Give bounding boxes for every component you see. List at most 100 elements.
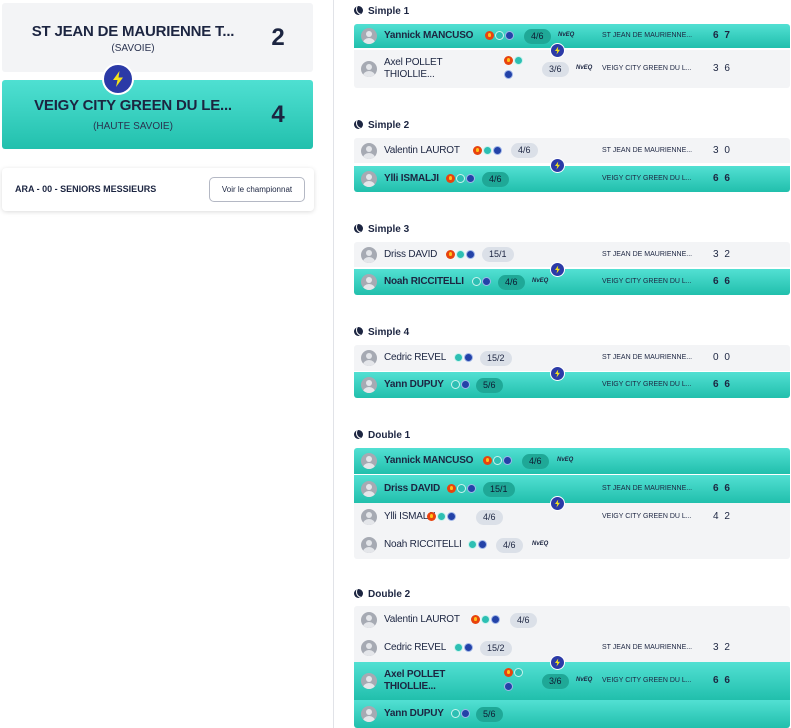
avatar: [361, 61, 377, 77]
avatar: [361, 509, 377, 525]
teal-circle-icon: [472, 277, 481, 286]
player-row[interactable]: Ylli ISMALJI 4/6 VEIGY CITY GREEN DU L... 4…: [354, 503, 790, 531]
club-name: VEIGY CITY GREEN DU L...: [602, 677, 692, 684]
blue-circle-icon: [504, 70, 513, 79]
teal-circle-icon: [468, 540, 477, 549]
player-icons: [454, 353, 473, 363]
player-row[interactable]: Yannick MANCUSO 4/6 NvEQ ST JEAN DE MAURIEN…: [354, 24, 790, 48]
player-row[interactable]: Noah RICCITELLI 4/6 NvEQ VEIGY CITY GREEN D…: [354, 269, 790, 295]
match-title: Simple 1: [354, 5, 409, 17]
player-row[interactable]: Axel POLLET THIOLLIE... 3/6 NvEQ VEIGY CITY …: [354, 662, 790, 700]
player-name[interactable]: Ylli ISMALJI: [384, 173, 439, 184]
player-name[interactable]: Axel POLLET THIOLLIE...: [384, 57, 443, 81]
player-row[interactable]: Axel POLLET THIOLLIE... 3/6 NvEQ VEIGY CITY …: [354, 50, 790, 88]
blue-circle-icon: [482, 277, 491, 286]
blue-circle-icon: [464, 353, 473, 362]
player-name[interactable]: Valentin LAUROT: [384, 614, 460, 625]
away-team-card[interactable]: VEIGY CITY GREEN DU LE... (HAUTE SAVOIE): [2, 80, 264, 149]
tennis-ball-icon: [354, 224, 363, 233]
blue-circle-icon: [491, 615, 500, 624]
set-scores: 6 6: [713, 379, 730, 390]
player-name[interactable]: Cedric REVEL: [384, 352, 446, 363]
home-team-region: (SAVOIE): [111, 43, 155, 54]
player-name[interactable]: Yannick MANCUSO: [384, 30, 473, 41]
teal-circle-icon: [454, 643, 463, 652]
player-name[interactable]: Driss DAVID: [384, 483, 440, 494]
home-team-card[interactable]: ST JEAN DE MAURIENNE T... (SAVOIE): [2, 3, 264, 72]
nveq-label: NvEQ: [532, 541, 549, 547]
blue-circle-icon: [461, 709, 470, 718]
set-scores: 4 2: [713, 511, 730, 522]
blue-circle-icon: [503, 456, 512, 465]
view-championship-button[interactable]: Voir le championnat: [209, 177, 305, 202]
player-icons: [472, 277, 491, 287]
avatar: [361, 640, 377, 656]
set-scores: 3 2: [713, 642, 730, 653]
avatar: [361, 246, 377, 263]
player-name[interactable]: Yann DUPUY: [384, 708, 444, 719]
player-row[interactable]: Cedric REVEL 15/2 ST JEAN DE MAURIENNE... 0…: [354, 345, 790, 371]
fire-icon: [483, 456, 492, 465]
player-icons: [427, 512, 456, 522]
player-name[interactable]: Driss DAVID: [384, 249, 437, 260]
player-row[interactable]: Yannick MANCUSO 4/6 NvEQ: [354, 448, 790, 474]
set-scores: 6 7: [713, 30, 730, 41]
teal-circle-icon: [437, 512, 446, 521]
avatar: [361, 28, 377, 44]
teal-circle-icon: [493, 456, 502, 465]
player-name[interactable]: Noah RICCITELLI: [384, 539, 462, 550]
player-icons: [451, 709, 470, 719]
fire-icon: [427, 512, 436, 521]
fire-icon: [504, 56, 513, 65]
player-name[interactable]: Noah RICCITELLI: [384, 276, 464, 287]
avatar: [361, 453, 377, 469]
player-ranking: 4/6: [510, 612, 537, 628]
player-row[interactable]: Noah RICCITELLI 4/6 NvEQ: [354, 531, 790, 559]
avatar: [361, 142, 377, 159]
player-name[interactable]: Yann DUPUY: [384, 379, 444, 390]
match-title: Simple 4: [354, 326, 409, 338]
blue-circle-icon: [447, 512, 456, 521]
player-row[interactable]: Driss DAVID 15/1 ST JEAN DE MAURIENNE... 6 …: [354, 475, 790, 503]
player-ranking: 4/6: [498, 274, 525, 290]
player-name[interactable]: Valentin LAUROT: [384, 145, 460, 156]
championship-label: ARA - 00 - SENIORS MESSIEURS: [15, 184, 157, 194]
player-ranking: 5/6: [476, 377, 503, 393]
player-name[interactable]: Cedric REVEL: [384, 642, 446, 653]
player-ranking: 15/2: [480, 350, 512, 366]
player-row[interactable]: Yann DUPUY 5/6: [354, 700, 790, 728]
avatar: [361, 673, 377, 689]
home-team-name: ST JEAN DE MAURIENNE T...: [31, 23, 235, 40]
championship-card: ARA - 00 - SENIORS MESSIEURS Voir le cha…: [2, 168, 314, 211]
player-row[interactable]: Cedric REVEL 15/2 ST JEAN DE MAURIENNE... 3…: [354, 634, 790, 662]
match-title: Simple 3: [354, 223, 409, 235]
tennis-ball-icon: [354, 327, 363, 336]
set-scores: 3 0: [713, 144, 730, 156]
club-name: VEIGY CITY GREEN DU L...: [602, 278, 692, 285]
player-row[interactable]: Driss DAVID 15/1 ST JEAN DE MAURIENNE... 3 …: [354, 242, 790, 267]
player-icons: [446, 249, 475, 260]
blue-circle-icon: [505, 31, 514, 40]
teal-circle-icon: [457, 484, 466, 493]
tennis-ball-icon: [354, 120, 363, 129]
set-scores: 6 6: [713, 173, 730, 184]
fire-icon: [446, 174, 455, 183]
player-row[interactable]: Yann DUPUY 5/6 VEIGY CITY GREEN DU L... 6 6: [354, 372, 790, 398]
player-ranking: 15/2: [480, 640, 512, 656]
avatar: [361, 537, 377, 553]
nveq-label: NvEQ: [557, 457, 574, 463]
player-name[interactable]: Axel POLLET THIOLLIE...: [384, 669, 445, 693]
player-row[interactable]: Valentin LAUROT 4/6: [354, 606, 790, 634]
set-scores: 3 2: [713, 248, 730, 260]
player-name[interactable]: Yannick MANCUSO: [384, 455, 473, 466]
blue-circle-icon: [466, 174, 475, 183]
club-name: VEIGY CITY GREEN DU L...: [602, 513, 692, 520]
match-title: Double 2: [354, 588, 410, 600]
avatar: [361, 274, 377, 290]
teal-circle-icon: [451, 709, 460, 718]
player-ranking: 5/6: [476, 706, 503, 722]
club-name: ST JEAN DE MAURIENNE...: [602, 32, 693, 39]
fire-icon: [471, 615, 480, 624]
player-row[interactable]: Ylli ISMALJI 4/6 VEIGY CITY GREEN DU L... 6…: [354, 166, 790, 192]
player-row[interactable]: Valentin LAUROT 4/6 ST JEAN DE MAURIENNE..…: [354, 138, 790, 163]
